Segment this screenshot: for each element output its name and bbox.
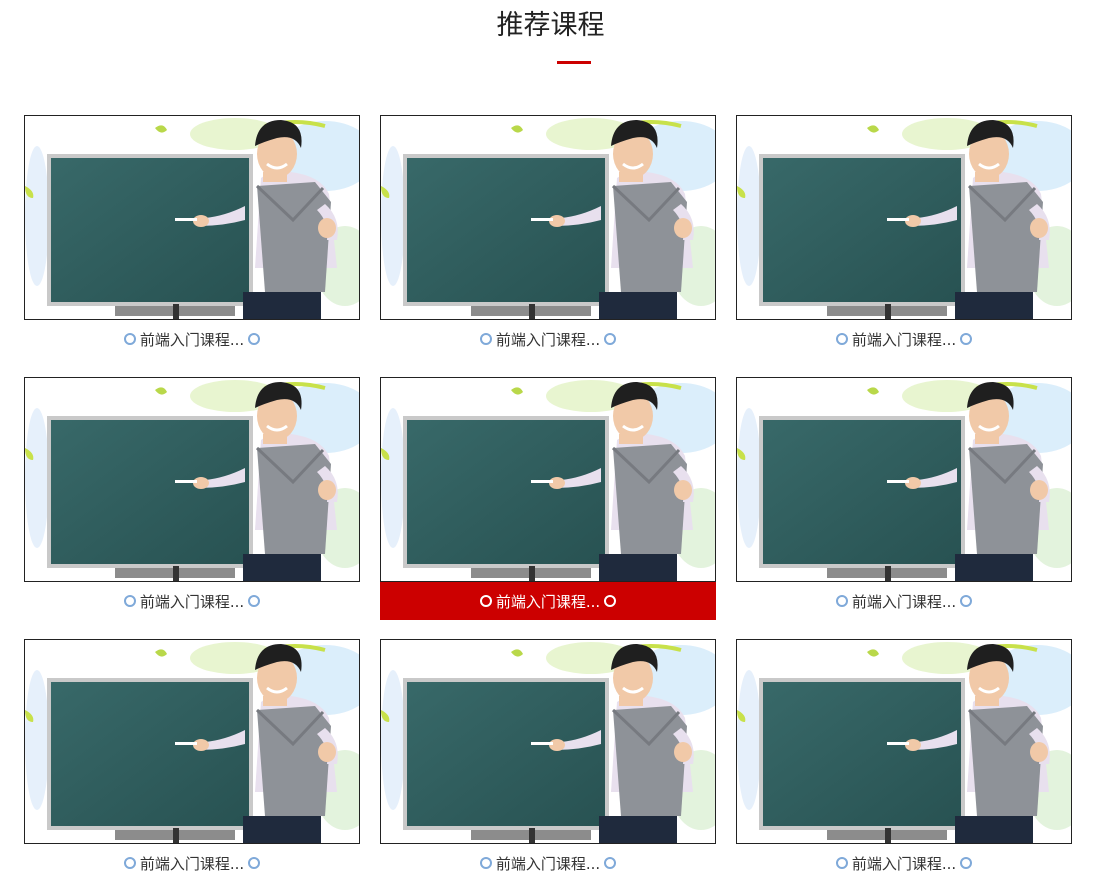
course-title[interactable]: 前端入门课程... — [852, 329, 956, 350]
course-title[interactable]: 前端入门课程... — [852, 591, 956, 612]
circle-icon — [123, 595, 136, 607]
course-caption[interactable]: 前端入门课程... — [24, 320, 360, 358]
circle-icon — [835, 857, 848, 869]
circle-icon — [248, 595, 261, 607]
course-title[interactable]: 前端入门课程... — [140, 329, 244, 350]
course-title[interactable]: 前端入门课程... — [496, 591, 600, 612]
course-thumbnail[interactable] — [24, 639, 360, 844]
course-title[interactable]: 前端入门课程... — [496, 853, 600, 874]
course-card[interactable]: 前端入门课程... — [380, 639, 716, 880]
circle-icon — [604, 333, 617, 345]
teacher-at-chalkboard-image — [25, 378, 359, 581]
circle-icon — [479, 333, 492, 345]
course-thumbnail[interactable] — [24, 115, 360, 320]
teacher-at-chalkboard-image — [737, 378, 1071, 581]
course-caption[interactable]: 前端入门课程... — [736, 320, 1072, 358]
course-card[interactable]: 前端入门课程... — [24, 115, 360, 377]
title-underline — [557, 61, 591, 64]
course-caption[interactable]: 前端入门课程... — [736, 844, 1072, 880]
course-title[interactable]: 前端入门课程... — [852, 853, 956, 874]
circle-icon — [479, 857, 492, 869]
course-caption[interactable]: 前端入门课程... — [24, 844, 360, 880]
circle-icon — [960, 595, 973, 607]
course-caption[interactable]: 前端入门课程... — [380, 582, 716, 620]
course-thumbnail[interactable] — [736, 377, 1072, 582]
circle-icon — [604, 595, 617, 607]
course-thumbnail[interactable] — [736, 639, 1072, 844]
course-thumbnail[interactable] — [24, 377, 360, 582]
course-card[interactable]: 前端入门课程... — [380, 377, 716, 639]
teacher-at-chalkboard-image — [25, 640, 359, 843]
course-card[interactable]: 前端入门课程... — [380, 115, 716, 377]
course-title[interactable]: 前端入门课程... — [140, 853, 244, 874]
teacher-at-chalkboard-image — [381, 640, 715, 843]
course-card[interactable]: 前端入门课程... — [736, 115, 1072, 377]
teacher-at-chalkboard-image — [25, 116, 359, 319]
circle-icon — [960, 333, 973, 345]
teacher-at-chalkboard-image — [737, 640, 1071, 843]
circle-icon — [960, 857, 973, 869]
circle-icon — [835, 333, 848, 345]
course-title[interactable]: 前端入门课程... — [496, 329, 600, 350]
circle-icon — [835, 595, 848, 607]
course-thumbnail[interactable] — [380, 377, 716, 582]
course-caption[interactable]: 前端入门课程... — [380, 844, 716, 880]
course-caption[interactable]: 前端入门课程... — [380, 320, 716, 358]
course-title[interactable]: 前端入门课程... — [140, 591, 244, 612]
teacher-at-chalkboard-image — [381, 116, 715, 319]
recommended-courses-page: 推荐课程 前端入门课程... 前端入门课程... 前端入门课程... 前端入门课… — [0, 0, 1101, 880]
section-title: 推荐课程 — [496, 10, 605, 41]
circle-icon — [479, 595, 492, 607]
course-thumbnail[interactable] — [380, 639, 716, 844]
course-card[interactable]: 前端入门课程... — [24, 377, 360, 639]
circle-icon — [123, 333, 136, 345]
course-card[interactable]: 前端入门课程... — [24, 639, 360, 880]
circle-icon — [123, 857, 136, 869]
course-card[interactable]: 前端入门课程... — [736, 377, 1072, 639]
course-card[interactable]: 前端入门课程... — [736, 639, 1072, 880]
circle-icon — [248, 857, 261, 869]
course-grid: 前端入门课程... 前端入门课程... 前端入门课程... 前端入门课程... … — [24, 115, 1072, 880]
teacher-at-chalkboard-image — [381, 378, 715, 581]
circle-icon — [248, 333, 261, 345]
circle-icon — [604, 857, 617, 869]
course-caption[interactable]: 前端入门课程... — [24, 582, 360, 620]
course-thumbnail[interactable] — [736, 115, 1072, 320]
course-thumbnail[interactable] — [380, 115, 716, 320]
teacher-at-chalkboard-image — [737, 116, 1071, 319]
course-caption[interactable]: 前端入门课程... — [736, 582, 1072, 620]
